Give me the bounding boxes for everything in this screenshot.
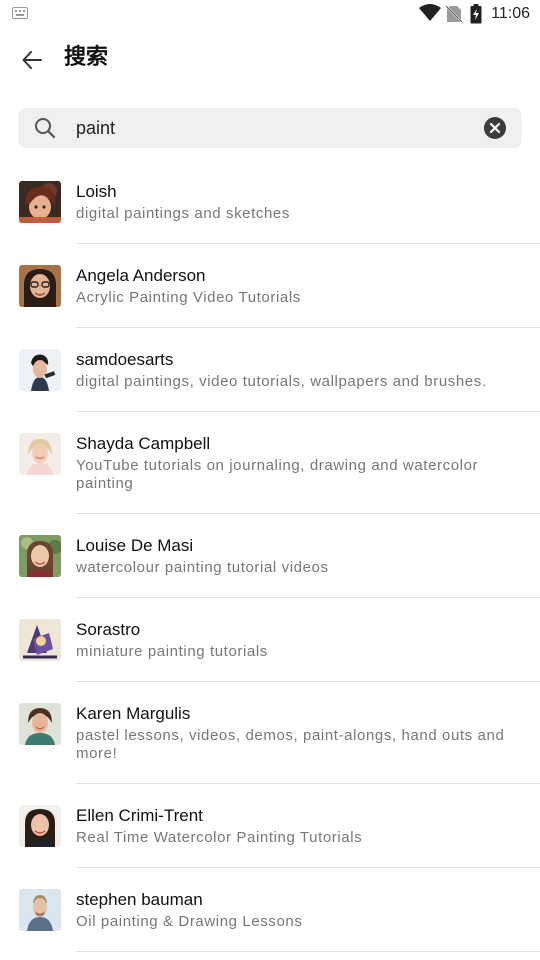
back-button[interactable]: [10, 38, 54, 82]
result-name: Loish: [76, 182, 117, 201]
clear-search-button[interactable]: [483, 116, 507, 140]
result-description: Acrylic Painting Video Tutorials: [76, 289, 301, 306]
result-description: digital paintings, video tutorials, wall…: [76, 373, 487, 390]
result-description: YouTube tutorials on journaling, drawing…: [76, 457, 479, 492]
result-description: pastel lessons, videos, demos, paint-alo…: [76, 727, 505, 762]
result-item[interactable]: Sorastro miniature painting tutorials: [0, 598, 540, 682]
close-circle-icon: [484, 117, 506, 139]
result-description: digital paintings and sketches: [76, 205, 290, 222]
page-title: 搜索: [64, 45, 109, 70]
avatar: [19, 349, 61, 391]
divider: [76, 951, 540, 952]
result-item[interactable]: Ellen Crimi-Trent Real Time Watercolor P…: [0, 784, 540, 868]
avatar: [19, 889, 61, 931]
result-name: Angela Anderson: [76, 266, 206, 285]
result-item[interactable]: samdoesarts digital paintings, video tut…: [0, 328, 540, 412]
avatar: [19, 181, 61, 223]
keyboard-icon: [12, 7, 28, 19]
arrow-left-icon: [22, 51, 42, 69]
app-header: 搜索: [0, 28, 540, 90]
search-bar[interactable]: [18, 108, 522, 148]
status-bar: 11:06: [0, 0, 540, 28]
avatar: [19, 619, 61, 661]
no-sim-icon: [446, 5, 462, 23]
result-name: Karen Margulis: [76, 704, 191, 723]
result-name: Ellen Crimi-Trent: [76, 806, 203, 825]
result-name: Louise De Masi: [76, 536, 194, 555]
result-item[interactable]: Louise De Masi watercolour painting tuto…: [0, 514, 540, 598]
result-item[interactable]: stephen bauman Oil painting & Drawing Le…: [0, 868, 540, 952]
avatar: [19, 433, 61, 475]
avatar: [19, 805, 61, 847]
result-name: Sorastro: [76, 620, 141, 639]
result-name: stephen bauman: [76, 890, 203, 909]
status-time: 11:06: [491, 5, 530, 22]
avatar: [19, 265, 61, 307]
result-description: watercolour painting tutorial videos: [76, 559, 329, 576]
result-description: Oil painting & Drawing Lessons: [76, 913, 303, 930]
avatar: [19, 535, 61, 577]
search-results-list: Loish digital paintings and sketches Ang…: [0, 160, 540, 952]
result-name: Shayda Campbell: [76, 434, 211, 453]
result-description: miniature painting tutorials: [76, 643, 268, 660]
result-item[interactable]: Shayda Campbell YouTube tutorials on jou…: [0, 412, 540, 514]
search-icon: [35, 118, 56, 139]
result-description: Real Time Watercolor Painting Tutorials: [76, 829, 363, 846]
search-input[interactable]: [76, 108, 476, 148]
wifi-icon: [419, 4, 441, 21]
result-name: samdoesarts: [76, 350, 174, 369]
battery-charging-icon: [470, 4, 482, 24]
avatar: [19, 703, 61, 745]
result-item[interactable]: Karen Margulis pastel lessons, videos, d…: [0, 682, 540, 784]
result-item[interactable]: Loish digital paintings and sketches: [0, 160, 540, 244]
result-item[interactable]: Angela Anderson Acrylic Painting Video T…: [0, 244, 540, 328]
